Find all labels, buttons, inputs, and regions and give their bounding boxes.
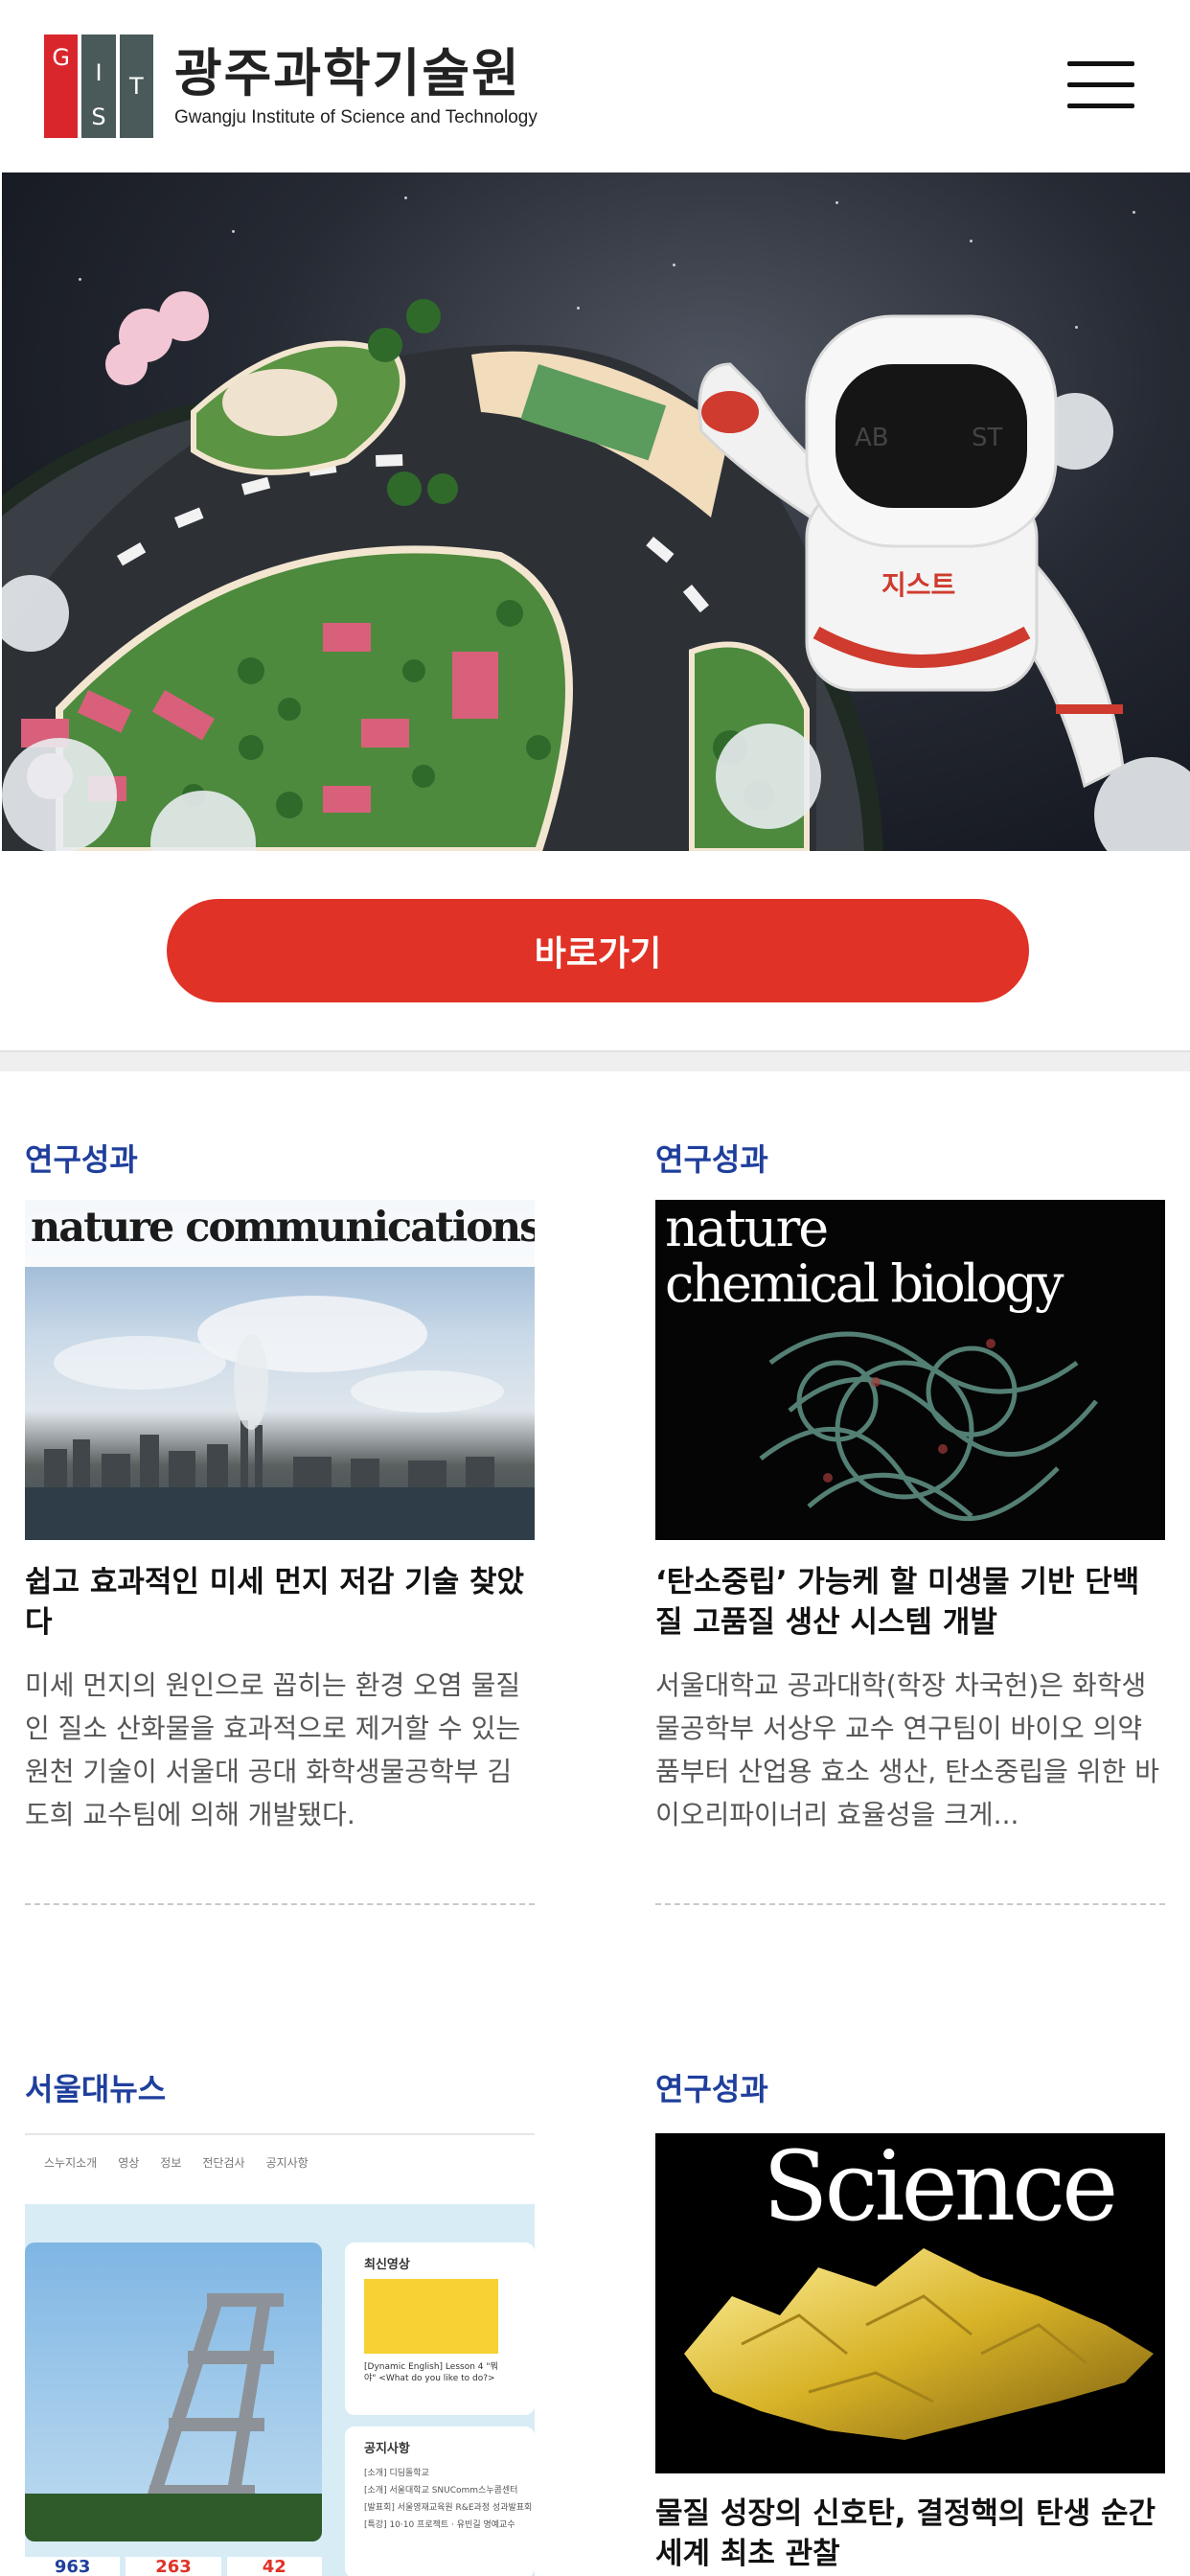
card-category: 연구성과 [25, 1141, 138, 1178]
card-category: 연구성과 [655, 1141, 768, 1178]
site-header: G I S T 광주과학기술원 Gwangju Institute of Sci… [0, 0, 1190, 172]
svg-text:AB: AB [855, 424, 889, 452]
video-thumbnail [364, 2279, 498, 2354]
logo-letter-i-s: I S [81, 34, 116, 138]
institute-name-english: Gwangju Institute of Science and Technol… [174, 107, 538, 127]
card-divider [25, 1903, 535, 1905]
thumb-notice-item: [소개] 디딤돌학교 [364, 2469, 429, 2478]
thumb-notice-item: [소개] 서울대학교 SNUComm스누콤센터 [364, 2486, 518, 2496]
card-category: 서울대뉴스 [25, 2071, 167, 2107]
logo-letter-g: G [44, 34, 79, 138]
svg-text:지스트: 지스트 [881, 569, 955, 601]
thumb-panel-title: 최신영상 [364, 2258, 410, 2272]
thumb-nav-item: 정보 [160, 2156, 182, 2170]
card-thumbnail[interactable]: nature chemical biology [655, 1200, 1165, 1540]
news-card[interactable]: 서울대뉴스 스누지소개 영상 정보 전단검사 공지사항 최신영상 [Dynami… [25, 2070, 535, 2576]
counter-box: 263 [126, 2557, 221, 2576]
card-divider [655, 1903, 1165, 1905]
card-thumbnail[interactable]: Science [655, 2133, 1165, 2473]
thumb-nav-item: 공지사항 [265, 2156, 309, 2170]
news-card[interactable]: 연구성과 nature chemical biology ‘탄소중립’ 가능케 … [655, 1140, 1165, 1917]
journal-name-line-1: nature [665, 1200, 829, 1258]
card-category: 연구성과 [655, 2071, 768, 2107]
card-thumbnail[interactable]: 스누지소개 영상 정보 전단검사 공지사항 최신영상 [Dynamic Engl… [25, 2133, 535, 2576]
thumb-nav-item: 전단검사 [202, 2156, 245, 2170]
logo-letter-i: I [95, 59, 103, 86]
news-card[interactable]: 연구성과 Science 물질 성장의 신호탄, 결정핵의 탄생 순간 세계 최… [655, 2070, 1165, 2576]
svg-text:ST: ST [972, 424, 1003, 452]
campus-photo [25, 2242, 322, 2542]
thumb-panel-text: [Dynamic English] Lesson 4 "뭐야" <What do… [364, 2362, 498, 2383]
thumbnail-nav: 스누지소개 영상 정보 전단검사 공지사항 [44, 2154, 309, 2171]
section-divider [0, 1050, 1190, 1071]
logo-letter-s: S [91, 104, 106, 130]
card-summary: 미세 먼지의 원인으로 꼽히는 환경 오염 물질인 질소 산화물을 효과적으로 … [25, 1669, 521, 1830]
thumb-panel-title: 공지사항 [364, 2442, 410, 2456]
thumb-notice-item: [특강] 10·10 프로젝트 · 유빈길 명예교수 [364, 2520, 515, 2530]
card-title[interactable]: 쉽고 효과적인 미세 먼지 저감 기술 찾았다 [25, 1562, 535, 1643]
thumb-notice-item: [발표회] 서울영재교육원 R&E과정 성과발표회 [364, 2503, 533, 2513]
card-title[interactable]: 물질 성장의 신호탄, 결정핵의 탄생 순간 세계 최초 관찰 [655, 2494, 1165, 2574]
gist-logo[interactable]: G I S T 광주과학기술원 Gwangju Institute of Sci… [44, 34, 538, 138]
journal-name: nature communications [31, 1204, 535, 1252]
journal-name-line-2: chemical biology [665, 1254, 1064, 1314]
news-card[interactable]: 연구성과 nature communications 쉽고 효과적인 미세 먼지… [25, 1140, 535, 1917]
logo-mark: G I S T [44, 34, 153, 138]
thumb-nav-item: 스누지소개 [44, 2156, 98, 2170]
hero-banner-image[interactable]: AB ST 지스트 [2, 172, 1190, 851]
counter-box: 42 [226, 2557, 322, 2576]
journal-name: Science [763, 2133, 1118, 2242]
institute-name-korean: 광주과학기술원 [174, 43, 521, 104]
hamburger-menu-icon[interactable] [1067, 59, 1134, 109]
card-summary: 서울대학교 공과대학(학장 차국헌)은 화학생물공학부 서상우 교수 연구팀이 … [655, 1669, 1159, 1830]
card-title[interactable]: ‘탄소중립’ 가능케 할 미생물 기반 단백질 고품질 생산 시스템 개발 [655, 1562, 1165, 1643]
shortcut-button[interactable]: 바로가기 [167, 899, 1029, 1002]
counter-box: 963 [25, 2557, 121, 2576]
logo-letter-t: T [119, 34, 153, 138]
card-thumbnail[interactable]: nature communications [25, 1200, 535, 1540]
hero-illustration: AB ST 지스트 [2, 291, 1190, 851]
thumb-nav-item: 영상 [118, 2156, 140, 2170]
